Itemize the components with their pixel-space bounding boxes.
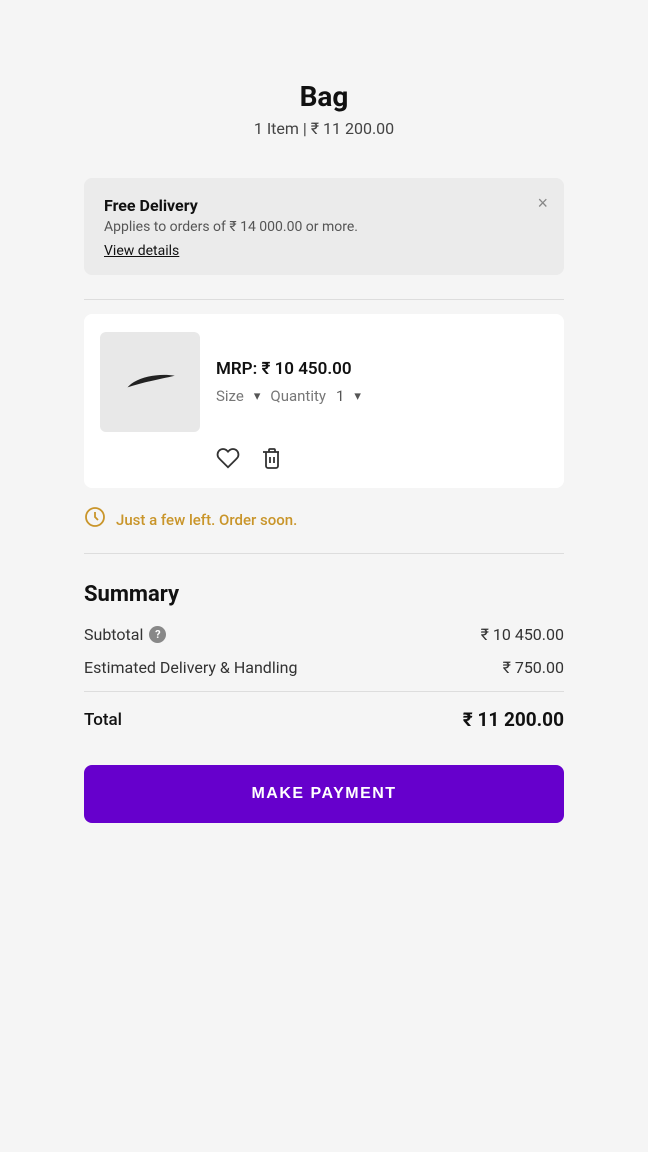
total-label: Total [84, 710, 122, 730]
total-row: Total ₹ 11 200.00 [84, 708, 564, 731]
size-dropdown-arrow: ▾ [254, 389, 261, 404]
quantity-value: 1 [336, 387, 344, 405]
make-payment-button[interactable]: MAKE PAYMENT [84, 765, 564, 823]
heart-icon [216, 446, 240, 470]
divider-1 [84, 299, 564, 300]
total-value: ₹ 11 200.00 [463, 708, 564, 731]
summary-section: Summary Subtotal ? ₹ 10 450.00 Estimated… [84, 582, 564, 823]
product-row: MRP: ₹ 10 450.00 Size ▾ Quantity 1 ▾ [100, 332, 548, 432]
quantity-label: Quantity [270, 387, 326, 405]
size-label: Size [216, 387, 244, 405]
product-details: MRP: ₹ 10 450.00 Size ▾ Quantity 1 ▾ [216, 332, 361, 432]
view-details-link[interactable]: View details [104, 243, 179, 259]
summary-title: Summary [84, 582, 564, 607]
delivery-label: Estimated Delivery & Handling [84, 658, 297, 677]
divider-2 [84, 553, 564, 554]
subtotal-row: Subtotal ? ₹ 10 450.00 [84, 625, 564, 644]
delete-button[interactable] [260, 446, 282, 470]
wishlist-button[interactable] [216, 446, 240, 470]
delivery-banner-title: Free Delivery [104, 196, 544, 215]
quantity-dropdown[interactable]: ▾ [354, 389, 361, 404]
subtotal-info-icon[interactable]: ? [149, 626, 166, 643]
delivery-banner-description: Applies to orders of ₹ 14 000.00 or more… [104, 219, 544, 235]
product-card: MRP: ₹ 10 450.00 Size ▾ Quantity 1 ▾ [84, 314, 564, 488]
delivery-banner: Free Delivery Applies to orders of ₹ 14 … [84, 178, 564, 275]
urgency-text: Just a few left. Order soon. [116, 511, 297, 529]
size-dropdown[interactable]: ▾ [254, 389, 261, 404]
summary-divider [84, 691, 564, 692]
nike-logo [123, 372, 177, 392]
quantity-dropdown-arrow: ▾ [354, 389, 361, 404]
trash-icon [260, 446, 282, 470]
page-title: Bag [254, 80, 394, 113]
delivery-value: ₹ 750.00 [503, 658, 564, 677]
product-image [100, 332, 200, 432]
product-actions [216, 446, 548, 470]
product-mrp: MRP: ₹ 10 450.00 [216, 359, 361, 379]
product-options: Size ▾ Quantity 1 ▾ [216, 387, 361, 405]
clock-icon [84, 506, 106, 533]
subtotal-value: ₹ 10 450.00 [481, 625, 564, 644]
page: Bag 1 Item | ₹ 11 200.00 Free Delivery A… [0, 0, 648, 1152]
urgency-row: Just a few left. Order soon. [84, 506, 564, 533]
bag-header: Bag 1 Item | ₹ 11 200.00 [254, 0, 394, 158]
close-banner-button[interactable]: × [537, 194, 548, 212]
delivery-row: Estimated Delivery & Handling ₹ 750.00 [84, 658, 564, 677]
bag-summary: 1 Item | ₹ 11 200.00 [254, 119, 394, 138]
subtotal-label: Subtotal ? [84, 625, 166, 644]
